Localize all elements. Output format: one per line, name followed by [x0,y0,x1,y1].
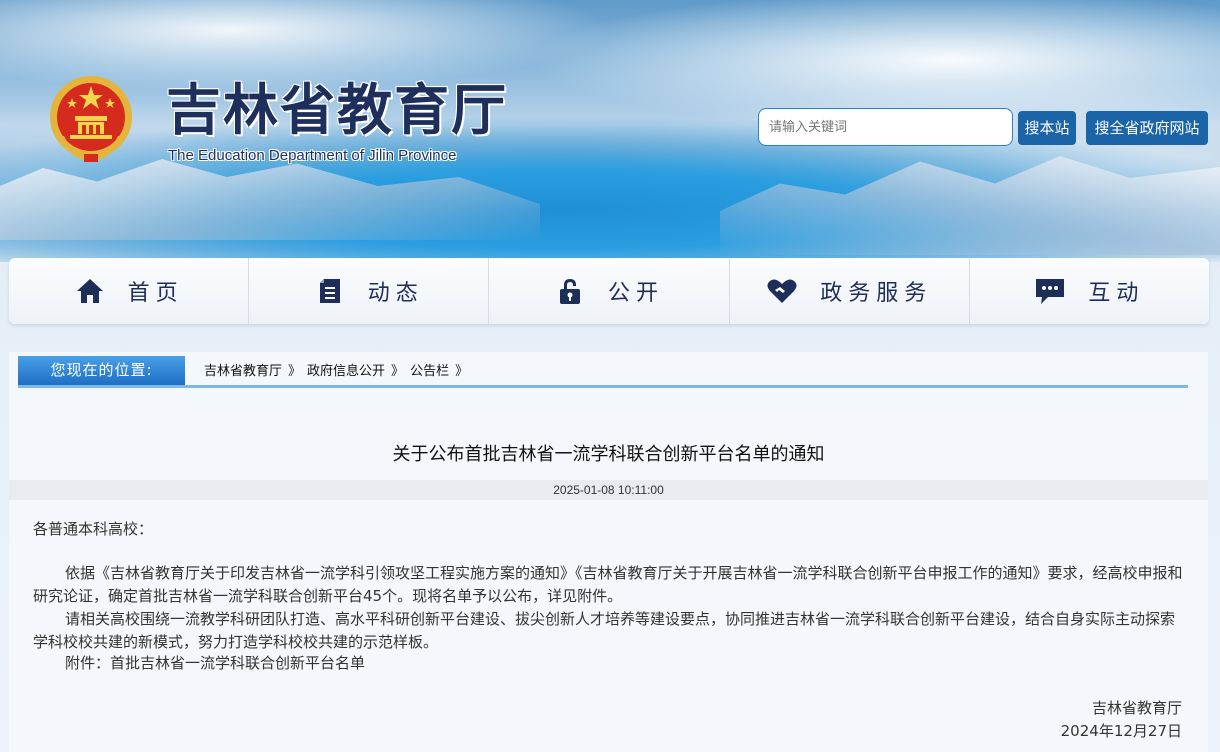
header-banner: 吉林省教育厅 The Education Department of Jilin… [0,0,1220,262]
nav-item-public[interactable]: 公开 [489,258,730,324]
article-paragraph-text: 依据《吉林省教育厅关于印发吉林省一流学科引领攻坚工程实施方案的通知》《吉林省教育… [33,564,1183,605]
search-province-gov-button[interactable]: 搜全省政府网站 [1086,111,1208,145]
nav-item-news[interactable]: 动态 [249,258,490,324]
home-icon [74,275,106,307]
article-paragraph-text: 请相关高校围绕一流教学科研团队打造、高水平科研创新平台建设、拔尖创新人才培养等建… [33,610,1176,651]
article-datetime: 2025-01-08 10:11:00 [9,480,1208,500]
search-site-button[interactable]: 搜本站 [1018,111,1076,145]
breadcrumb: 吉林省教育厅》政府信息公开》公告栏》 [204,356,474,385]
lock-icon [554,275,586,307]
signature-date: 2024年12月27日 [1060,722,1182,740]
handshake-heart-icon [766,275,798,307]
document-icon [314,275,346,307]
article-title: 关于公布首批吉林省一流学科联合创新平台名单的通知 [392,444,825,465]
search-input[interactable] [758,108,1013,146]
article-paragraph: 依据《吉林省教育厅关于印发吉林省一流学科引领攻坚工程实施方案的通知》《吉林省教育… [33,562,1183,608]
nav-item-interact[interactable]: 互动 [970,258,1209,324]
article-paragraph: 请相关高校围绕一流教学科研团队打造、高水平科研创新平台建设、拔尖创新人才培养等建… [33,608,1183,654]
chat-icon [1034,275,1066,307]
site-title: 吉林省教育厅 [166,78,509,142]
breadcrumb-separator: 》 [455,364,469,379]
location-label: 您现在的位置: [18,356,185,385]
article-attachment-text[interactable]: 附件：首批吉林省一流学科联合创新平台名单 [65,654,365,672]
breadcrumb-home[interactable]: 吉林省教育厅 [204,364,282,379]
nav-label-public: 公开 [608,281,665,306]
nav-label-services: 政务服务 [820,281,933,306]
breadcrumb-separator: 》 [288,364,302,379]
signature-organization: 吉林省教育厅 [1091,699,1182,717]
site-subtitle: The Education Department of Jilin Provin… [168,147,457,164]
nav-label-home: 首页 [127,281,184,306]
main-nav: 首页 动态 公开 政务服务 互动 [9,258,1209,324]
location-bar: 您现在的位置: 吉林省教育厅》政府信息公开》公告栏》 [18,356,1188,388]
content-panel: 您现在的位置: 吉林省教育厅》政府信息公开》公告栏》 关于公布首批吉林省一流学科… [9,352,1208,752]
breadcrumb-gov-info[interactable]: 政府信息公开 [307,364,385,379]
national-emblem-icon [48,74,134,166]
article-salutation: 各普通本科高校： [33,520,154,538]
nav-item-home[interactable]: 首页 [9,258,250,324]
breadcrumb-bulletin[interactable]: 公告栏 [410,364,449,379]
banner-mountains-right [720,156,1220,255]
nav-item-services[interactable]: 政务服务 [730,258,970,324]
article-attachment: 附件：首批吉林省一流学科联合创新平台名单 [33,652,1183,675]
breadcrumb-separator: 》 [391,364,405,379]
nav-label-news: 动态 [367,281,424,306]
nav-label-interact: 互动 [1088,281,1145,306]
